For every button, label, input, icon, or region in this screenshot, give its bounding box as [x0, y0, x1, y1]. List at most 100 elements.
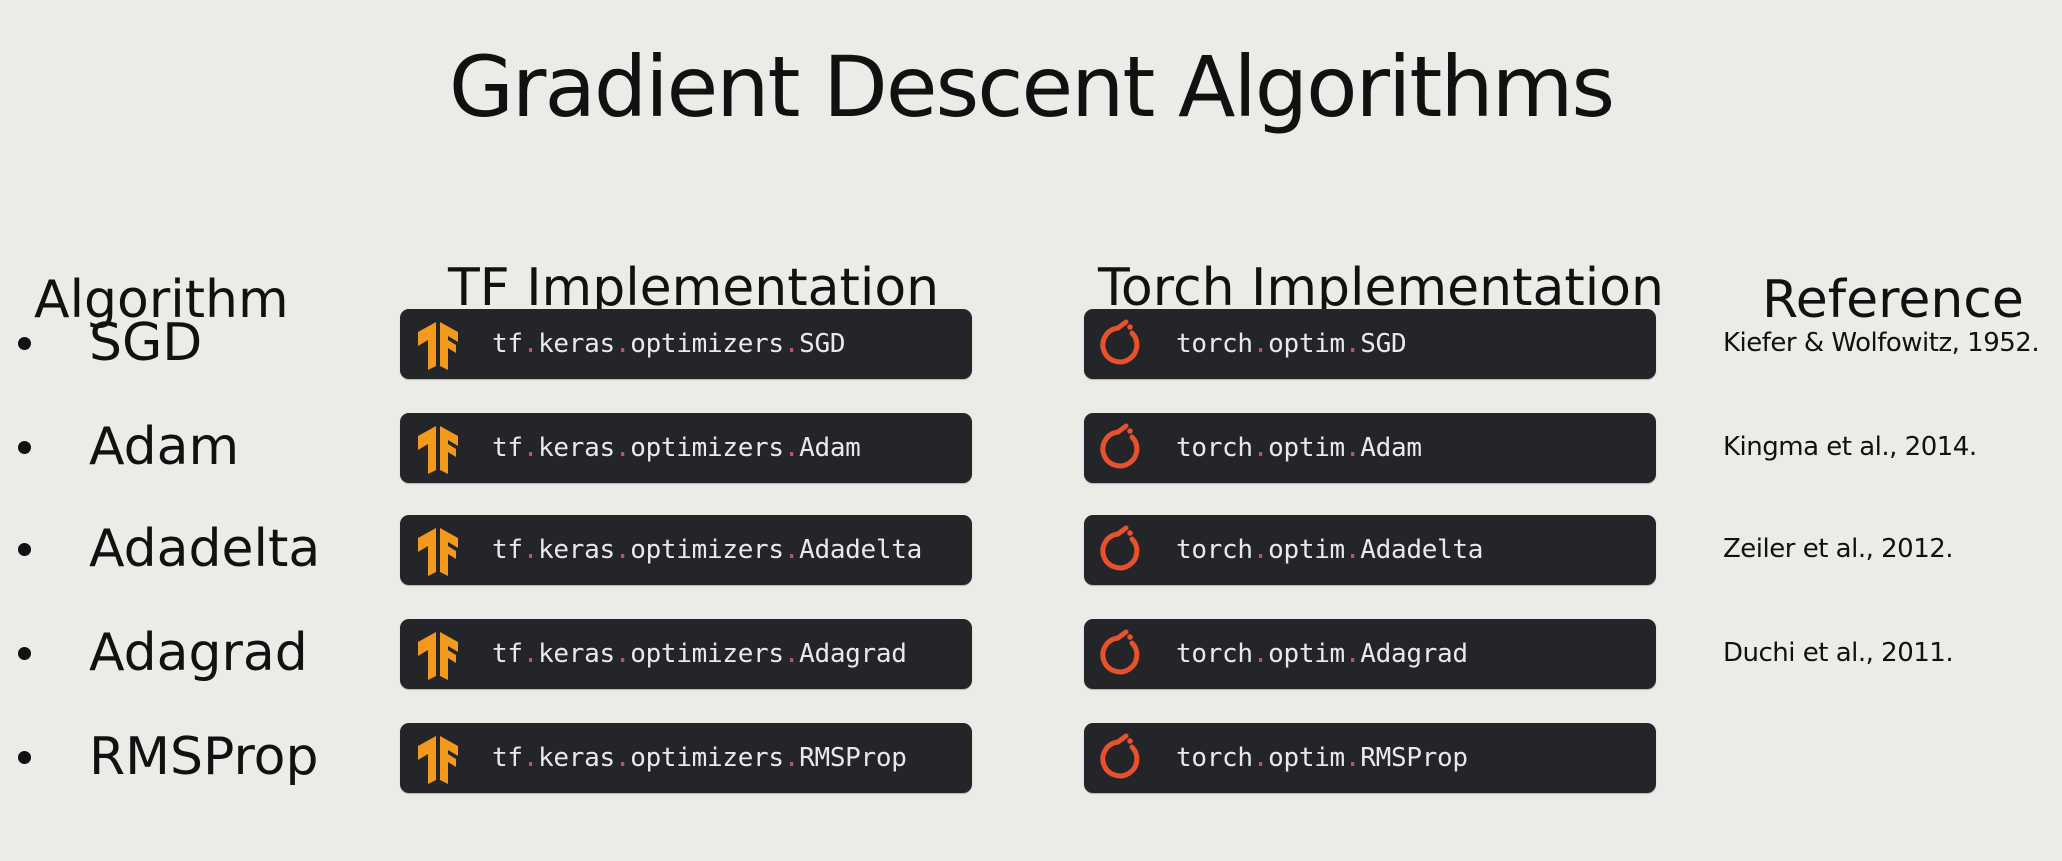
code-dot: .	[1344, 433, 1361, 463]
torch-implementation-box: torch.optim.Adam	[1084, 413, 1656, 483]
code-dot: .	[783, 743, 800, 773]
code-segment: tf	[492, 329, 523, 359]
code-segment: optim	[1268, 329, 1345, 359]
code-segment: tf	[492, 433, 523, 463]
torch-code-text: torch.optim.SGD	[1176, 329, 1407, 359]
code-segment: optim	[1268, 535, 1345, 565]
code-dot: .	[614, 535, 631, 565]
reference-text: Kiefer & Wolfowitz, 1952.	[1723, 328, 2040, 358]
pytorch-logo-icon	[1100, 525, 1140, 571]
code-segment: RMSProp	[1360, 743, 1468, 773]
algorithm-name: Adam	[89, 417, 240, 477]
code-segment: tf	[492, 535, 523, 565]
algorithm-list-item: Adagrad	[18, 618, 308, 688]
code-segment: tf	[492, 743, 523, 773]
code-dot: .	[783, 639, 800, 669]
code-dot: .	[1252, 433, 1269, 463]
code-dot: .	[522, 743, 539, 773]
tf-code-text: tf.keras.optimizers.Adam	[492, 433, 861, 463]
algorithm-list-item: SGD	[18, 308, 202, 378]
bullet-icon	[18, 646, 31, 660]
code-dot: .	[1252, 535, 1269, 565]
code-segment: keras	[538, 329, 615, 359]
code-segment: torch	[1176, 639, 1253, 669]
tensorflow-logo-icon	[418, 632, 458, 680]
code-segment: optim	[1268, 743, 1345, 773]
code-dot: .	[783, 433, 800, 463]
tf-code-text: tf.keras.optimizers.Adagrad	[492, 639, 907, 669]
algorithm-list-item: Adadelta	[18, 514, 320, 584]
code-segment: optimizers	[630, 743, 784, 773]
reference-text: Duchi et al., 2011.	[1723, 638, 1954, 668]
code-dot: .	[783, 535, 800, 565]
code-dot: .	[1252, 639, 1269, 669]
tf-code-text: tf.keras.optimizers.SGD	[492, 329, 845, 359]
torch-code-text: torch.optim.RMSProp	[1176, 743, 1468, 773]
slide-title: Gradient Descent Algorithms	[448, 38, 1615, 136]
code-segment: Adadelta	[1360, 535, 1484, 565]
code-segment: optim	[1268, 639, 1345, 669]
torch-implementation-box: torch.optim.Adagrad	[1084, 619, 1656, 689]
tensorflow-logo-icon	[418, 322, 458, 370]
pytorch-logo-icon	[1100, 423, 1140, 469]
tensorflow-logo-icon	[418, 528, 458, 576]
code-segment: SGD	[1360, 329, 1407, 359]
code-dot: .	[1252, 329, 1269, 359]
bullet-icon	[18, 336, 31, 350]
code-segment: optimizers	[630, 329, 784, 359]
algorithm-name: SGD	[89, 313, 203, 373]
pytorch-logo-icon	[1100, 319, 1140, 365]
algorithm-name: RMSProp	[89, 727, 319, 787]
code-segment: optimizers	[630, 535, 784, 565]
code-segment: keras	[538, 743, 615, 773]
torch-implementation-box: torch.optim.RMSProp	[1084, 723, 1656, 793]
reference-text: Kingma et al., 2014.	[1723, 432, 1977, 462]
code-dot: .	[522, 329, 539, 359]
tf-implementation-box: tf.keras.optimizers.Adagrad	[400, 619, 972, 689]
tf-implementation-box: tf.keras.optimizers.RMSProp	[400, 723, 972, 793]
code-dot: .	[614, 433, 631, 463]
code-dot: .	[614, 743, 631, 773]
code-segment: RMSProp	[799, 743, 907, 773]
code-dot: .	[522, 535, 539, 565]
tf-implementation-box: tf.keras.optimizers.Adadelta	[400, 515, 972, 585]
pytorch-logo-icon	[1100, 733, 1140, 779]
code-segment: Adadelta	[799, 535, 922, 565]
tensorflow-logo-icon	[418, 426, 458, 474]
code-segment: keras	[538, 639, 615, 669]
code-segment: tf	[492, 639, 523, 669]
slide: Gradient Descent Algorithms Algorithm TF…	[0, 0, 2062, 861]
algorithm-name: Adadelta	[89, 519, 321, 579]
torch-implementation-box: torch.optim.SGD	[1084, 309, 1656, 379]
code-segment: Adagrad	[799, 639, 907, 669]
code-segment: torch	[1176, 433, 1253, 463]
code-segment: SGD	[799, 329, 846, 359]
tensorflow-logo-icon	[418, 736, 458, 784]
code-segment: keras	[538, 535, 615, 565]
code-segment: Adam	[799, 433, 861, 463]
code-segment: torch	[1176, 535, 1253, 565]
code-segment: Adam	[1360, 433, 1422, 463]
code-dot: .	[783, 329, 800, 359]
tf-code-text: tf.keras.optimizers.RMSProp	[492, 743, 907, 773]
code-dot: .	[1344, 329, 1361, 359]
reference-text: Zeiler et al., 2012.	[1723, 534, 1954, 564]
code-segment: optimizers	[630, 433, 784, 463]
bullet-icon	[18, 440, 31, 454]
code-segment: torch	[1176, 329, 1253, 359]
code-dot: .	[522, 639, 539, 669]
algorithm-list-item: Adam	[18, 412, 239, 482]
algorithm-list-item: RMSProp	[18, 722, 319, 792]
code-segment: optim	[1268, 433, 1345, 463]
code-dot: .	[614, 329, 631, 359]
tf-code-text: tf.keras.optimizers.Adadelta	[492, 535, 922, 565]
code-dot: .	[1252, 743, 1269, 773]
torch-code-text: torch.optim.Adadelta	[1176, 535, 1483, 565]
pytorch-logo-icon	[1100, 629, 1140, 675]
torch-code-text: torch.optim.Adagrad	[1176, 639, 1468, 669]
code-dot: .	[522, 433, 539, 463]
code-dot: .	[1344, 743, 1361, 773]
code-segment: Adagrad	[1360, 639, 1468, 669]
tf-implementation-box: tf.keras.optimizers.SGD	[400, 309, 972, 379]
code-segment: keras	[538, 433, 615, 463]
